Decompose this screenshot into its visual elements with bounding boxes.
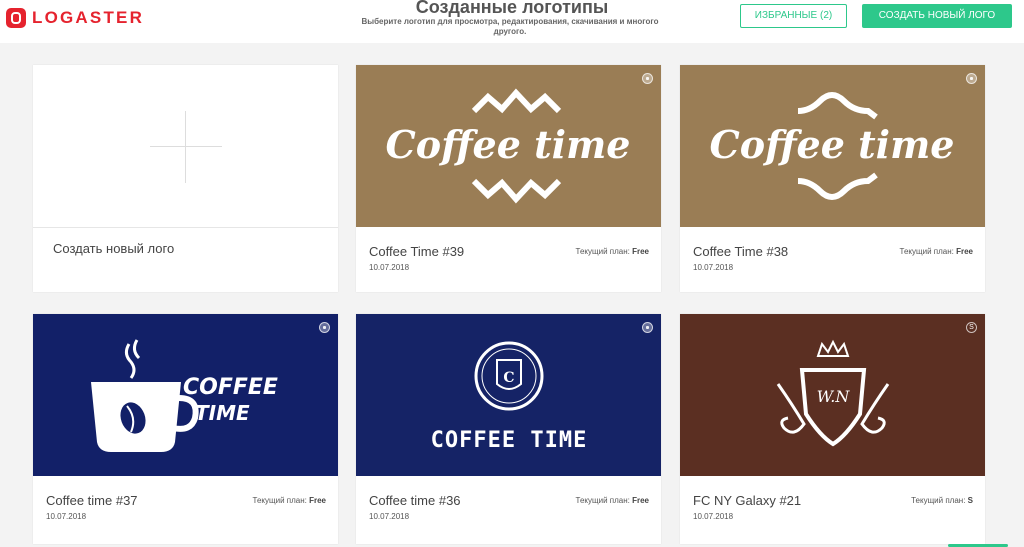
plan-prefix: Текущий план:	[575, 247, 630, 256]
plan-value: Free	[632, 496, 649, 505]
card-date: 10.07.2018	[693, 512, 734, 521]
logo-preview: Coffee time	[356, 65, 661, 227]
logo-card[interactable]: Coffee time Coffee Time #38 10.07.2018 Т…	[680, 65, 985, 292]
svg-text:TIME: TIME	[195, 401, 250, 425]
top-header: LOGASTER Созданные логотипы Выберите лог…	[0, 0, 1024, 43]
svg-text:COFFEE: COFFEE	[183, 375, 278, 400]
lock-icon	[966, 73, 977, 84]
card-plan: Текущий план: Free	[900, 247, 973, 256]
card-divider	[33, 227, 338, 228]
svg-text:COFFEE TIME: COFFEE TIME	[431, 428, 588, 453]
plus-icon	[150, 146, 222, 147]
plan-value: S	[967, 496, 973, 505]
page-subtitle: Выберите логотип для просмотра, редактир…	[361, 17, 659, 36]
plan-value: Free	[956, 247, 973, 256]
card-title: FC NY Galaxy #21	[693, 493, 802, 508]
plus-icon-vertical	[185, 111, 186, 183]
card-title: Coffee Time #38	[693, 244, 789, 259]
card-plan: Текущий план: Free	[576, 496, 649, 505]
create-new-logo-card[interactable]: Создать новый лого	[33, 65, 338, 292]
coffee-time-seal-icon: C COFFEE TIME	[431, 341, 588, 453]
coffee-time-frame-icon: Coffee time	[710, 92, 955, 200]
logo-card[interactable]: C COFFEE TIME Coffee time #36 10.07.2018…	[356, 314, 661, 544]
coffee-cup-icon: COFFEE TIME	[91, 339, 278, 452]
plan-prefix: Текущий план:	[252, 496, 307, 505]
card-date: 10.07.2018	[46, 512, 87, 521]
lock-icon	[642, 73, 653, 84]
s-badge-icon: S	[966, 322, 977, 333]
logo-preview: W.N S	[680, 314, 985, 476]
logo-preview: Coffee time	[680, 65, 985, 227]
card-plan: Текущий план: Free	[576, 247, 649, 256]
favorites-button[interactable]: ИЗБРАННЫЕ (2)	[740, 4, 847, 28]
card-date: 10.07.2018	[369, 263, 410, 272]
lock-icon	[642, 322, 653, 333]
plan-prefix: Текущий план:	[899, 247, 954, 256]
create-new-logo-button[interactable]: СОЗДАТЬ НОВЫЙ ЛОГО	[862, 4, 1012, 28]
card-title: Coffee time #36	[369, 493, 461, 508]
card-plan: Текущий план: Free	[253, 496, 326, 505]
lock-icon	[319, 322, 330, 333]
plan-prefix: Текущий план:	[575, 496, 630, 505]
svg-text:Coffee time: Coffee time	[386, 122, 631, 167]
logo-card[interactable]: W.N S FC NY Galaxy #21 10.07.2018 Текущи…	[680, 314, 985, 544]
logo-preview: COFFEE TIME	[33, 314, 338, 476]
card-date: 10.07.2018	[369, 512, 410, 521]
create-new-logo-label: Создать новый лого	[53, 241, 175, 256]
card-plan: Текущий план: S	[911, 496, 973, 505]
svg-text:Coffee time: Coffee time	[710, 122, 955, 167]
crest-crown-icon: W.N	[776, 339, 890, 447]
card-title: Coffee Time #39	[369, 244, 465, 259]
plan-value: Free	[632, 247, 649, 256]
logo-preview: C COFFEE TIME	[356, 314, 661, 476]
coffee-time-emblem-icon: Coffee time	[386, 88, 631, 204]
logo-card[interactable]: Coffee time Coffee Time #39 10.07.2018 Т…	[356, 65, 661, 292]
plan-value: Free	[309, 496, 326, 505]
svg-text:C: C	[503, 370, 514, 386]
card-date: 10.07.2018	[693, 263, 734, 272]
svg-text:W.N: W.N	[817, 387, 851, 406]
logo-card[interactable]: COFFEE TIME Coffee time #37 10.07.2018 Т…	[33, 314, 338, 544]
card-title: Coffee time #37	[46, 493, 138, 508]
plan-prefix: Текущий план:	[911, 496, 966, 505]
